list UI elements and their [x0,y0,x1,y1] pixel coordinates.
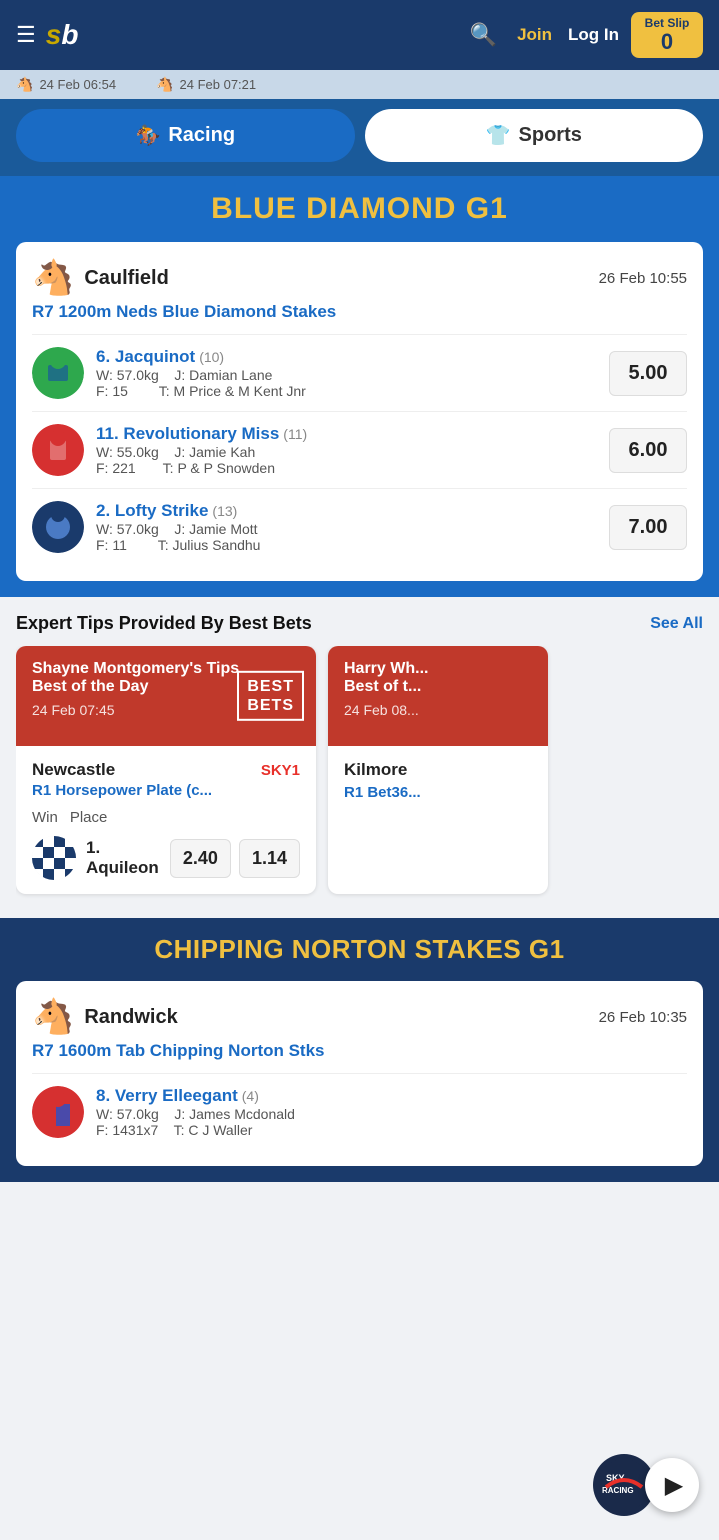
runner1-details1: W: 57.0kg J: Damian Lane [96,367,597,383]
runner1-barrier: (10) [199,349,224,365]
place-odds-btn[interactable]: 1.14 [239,839,300,878]
venue-name: Caulfield [84,267,168,290]
runner-verry-elleegant: 8. Verry Elleegant (4) W: 57.0kg J: Jame… [32,1073,687,1150]
silks-jacquinot [32,347,84,399]
runner2-name[interactable]: 11. Revolutionary Miss [96,424,279,444]
menu-icon[interactable]: ☰ [16,22,36,48]
horse-time-icon-1: 🐴 [16,76,33,93]
tip-runner-name-1: 1. Aquileon [86,838,160,878]
join-button[interactable]: Join [517,25,552,45]
runner1-odds[interactable]: 5.00 [609,351,687,396]
blue-diamond-banner: BLUE DIAMOND G1 [0,176,719,242]
login-button[interactable]: Log In [568,25,619,45]
app-logo: sb [46,19,79,51]
betslip-button[interactable]: Bet Slip 0 [631,12,703,58]
play-button[interactable]: ▶ [645,1458,699,1512]
blue-diamond-card: 🐴 Caulfield 26 Feb 10:55 R7 1200m Neds B… [16,242,703,581]
tipster-name-2: Harry Wh... [344,660,532,678]
best-bets-logo: BESTBETS [237,671,304,721]
tip-card-2: Harry Wh... Best of t... 24 Feb 08... Ki… [328,646,548,894]
tip-runner-silks-1 [32,836,76,880]
runner2-odds[interactable]: 6.00 [609,428,687,473]
runner2-details1: W: 55.0kg J: Jamie Kah [96,444,597,460]
runner1-details2: F: 15 T: M Price & M Kent Jnr [96,383,597,399]
sky-racing-overlay[interactable]: SKY RACING ▶ [593,1454,699,1516]
win-odds-btn[interactable]: 2.40 [170,839,231,878]
cn-runner1-details1: W: 57.0kg J: James Mcdonald [96,1106,687,1122]
runner3-barrier: (13) [212,503,237,519]
race-time: 26 Feb 10:55 [599,270,687,287]
runner1-name[interactable]: 6. Jacquinot [96,347,195,367]
tip-race-2[interactable]: R1 Bet36... [344,784,532,801]
tabs-container: 🏇 Racing 👕 Sports [0,99,719,176]
time-bar: 🐴 24 Feb 06:54 🐴 24 Feb 07:21 [0,70,719,99]
silks-verry-elleegant [32,1086,84,1138]
app-header: ☰ sb 🔍 Join Log In Bet Slip 0 [0,0,719,70]
tip-date-2: 24 Feb 08... [344,702,532,718]
see-all-link[interactable]: See All [650,615,703,633]
runner-lofty-strike: 2. Lofty Strike (13) W: 57.0kg J: Jamie … [32,488,687,565]
cn-runner1-name[interactable]: 8. Verry Elleegant [96,1086,238,1106]
runner3-details2: F: 11 T: Julius Sandhu [96,537,597,553]
cn-runner1-barrier: (4) [242,1088,259,1104]
cn-race-title[interactable]: R7 1600m Tab Chipping Norton Stks [32,1041,687,1061]
tip-race-1[interactable]: R1 Horsepower Plate (c... [32,782,300,799]
chipping-norton-banner: CHIPPING NORTON STAKES G1 [0,918,719,981]
tab-racing[interactable]: 🏇 Racing [16,109,355,162]
runner-revolutionary-miss: 11. Revolutionary Miss (11) W: 55.0kg J:… [32,411,687,488]
time-item-1: 🐴 24 Feb 06:54 [16,76,116,93]
runner-jacquinot: 6. Jacquinot (10) W: 57.0kg J: Damian La… [32,334,687,411]
venue-horse-icon: 🐴 [32,258,74,298]
tip-venue-1: Newcastle [32,760,115,780]
tab-sports[interactable]: 👕 Sports [365,109,704,162]
silks-revolutionary-miss [32,424,84,476]
blue-diamond-title: BLUE DIAMOND G1 [16,192,703,226]
tip-card-1: Shayne Montgomery's Tips Best of the Day… [16,646,316,894]
expert-tips-section: Expert Tips Provided By Best Bets See Al… [0,597,719,918]
expert-tips-title: Expert Tips Provided By Best Bets [16,613,312,634]
sky-badge-1: SKY1 [261,762,300,779]
horse-time-icon-2: 🐴 [156,76,173,93]
tip-type-2: Best of t... [344,678,532,696]
runner3-name[interactable]: 2. Lofty Strike [96,501,208,521]
cn-venue-icon: 🐴 [32,997,74,1037]
runner2-barrier: (11) [283,426,307,442]
race-title[interactable]: R7 1200m Neds Blue Diamond Stakes [32,302,687,322]
play-icon: ▶ [665,1471,683,1500]
time-item-2: 🐴 24 Feb 07:21 [156,76,256,93]
cn-runner1-details2: F: 1431x7 T: C J Waller [96,1122,687,1138]
runner3-odds[interactable]: 7.00 [609,505,687,550]
tip-venue-2: Kilmore [344,760,532,780]
silks-lofty-strike [32,501,84,553]
search-icon[interactable]: 🔍 [470,22,497,48]
racing-icon: 🏇 [135,123,160,148]
chipping-norton-title: CHIPPING NORTON STAKES G1 [16,934,703,965]
sports-icon: 👕 [486,123,511,148]
tips-scroll: Shayne Montgomery's Tips Best of the Day… [16,646,703,902]
runner2-details2: F: 221 T: P & P Snowden [96,460,597,476]
cn-venue-name: Randwick [84,1006,177,1029]
cn-race-time: 26 Feb 10:35 [599,1009,687,1026]
place-label: Place [70,809,108,826]
chipping-norton-card: 🐴 Randwick 26 Feb 10:35 R7 1600m Tab Chi… [16,981,703,1166]
runner3-details1: W: 57.0kg J: Jamie Mott [96,521,597,537]
win-label: Win [32,809,58,826]
